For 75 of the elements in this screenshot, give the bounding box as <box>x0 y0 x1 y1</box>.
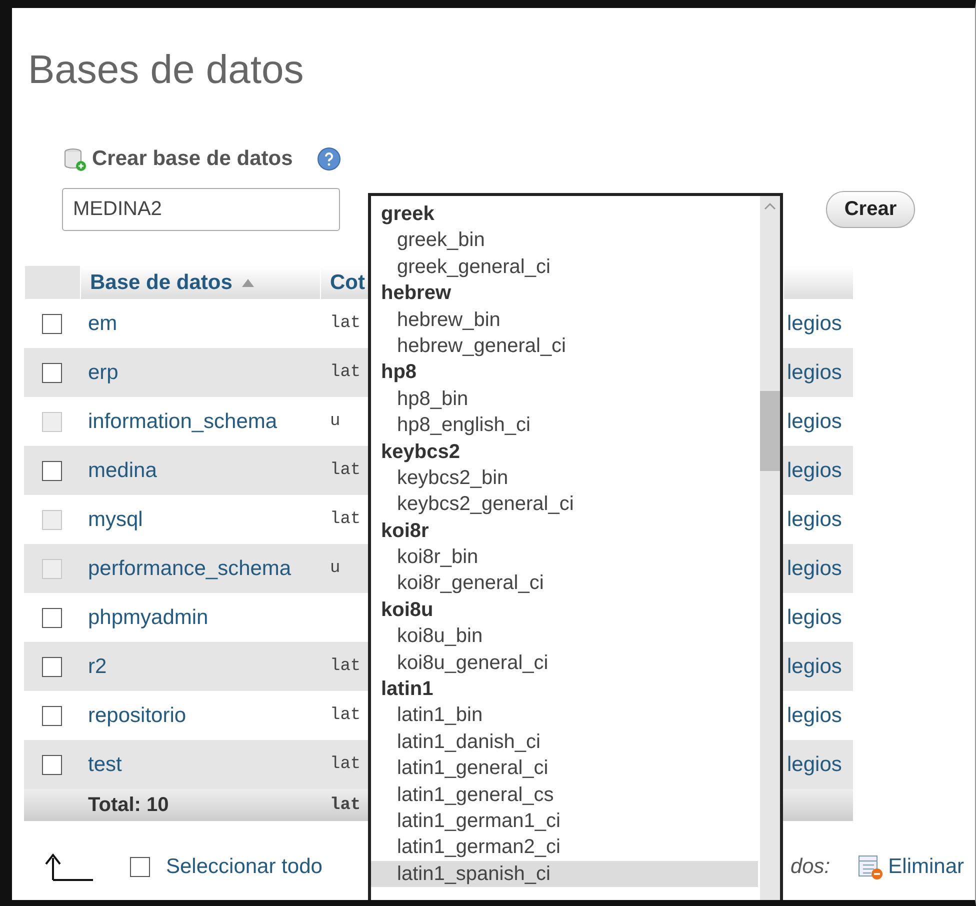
collation-option[interactable]: latin1_bin <box>371 702 758 729</box>
database-link[interactable]: repositorio <box>80 704 320 728</box>
help-icon[interactable] <box>316 147 341 171</box>
privileges-link[interactable]: legios <box>783 458 853 482</box>
page-title: Bases de datos <box>27 47 305 94</box>
collation-option[interactable]: koi8u_bin <box>371 623 758 650</box>
table-header-cell <box>783 266 853 299</box>
collation-option[interactable]: greek_bin <box>371 227 758 254</box>
collation-group-label: hp8 <box>380 360 418 386</box>
row-checkbox[interactable] <box>42 460 62 480</box>
database-link[interactable]: erp <box>80 360 320 384</box>
create-database-label: Crear base de datos <box>92 147 293 171</box>
database-link[interactable]: test <box>80 752 320 776</box>
collation-option[interactable]: keybcs2_bin <box>371 464 758 492</box>
corner-arrow-icon <box>44 852 94 882</box>
row-checkbox[interactable] <box>42 656 62 676</box>
select-all-link[interactable]: Seleccionar todo <box>166 855 322 879</box>
collation-group-label: greek <box>380 202 436 227</box>
collation-option[interactable]: latin1_spanish_ci <box>371 860 758 888</box>
collation-cell: lat <box>330 510 361 529</box>
collation-option[interactable]: latin1_general_cs <box>371 782 758 808</box>
privileges-link[interactable]: legios <box>783 654 853 678</box>
create-button[interactable]: Crear <box>826 191 915 228</box>
collation-cell: u <box>330 559 340 578</box>
collation-group-label: koi8r <box>380 518 430 544</box>
row-checkbox[interactable] <box>42 706 62 726</box>
database-link[interactable]: r2 <box>80 654 320 678</box>
database-name-field[interactable]: MEDINA2 <box>62 188 340 231</box>
collation-option[interactable]: koi8u_general_ci <box>371 650 758 676</box>
privileges-link[interactable]: legios <box>783 606 853 630</box>
privileges-link[interactable]: legios <box>783 752 853 776</box>
database-link[interactable]: medina <box>80 458 320 482</box>
collation-cell: lat <box>330 657 361 676</box>
collation-cell: lat <box>330 706 361 725</box>
total-label: Total: 10 <box>87 794 170 816</box>
collation-cell: lat <box>330 314 361 333</box>
collation-option[interactable]: hp8_english_ci <box>371 412 758 439</box>
collation-cell: lat <box>330 461 361 480</box>
collation-group-label: latin1 <box>380 677 434 702</box>
collation-cell: lat <box>330 755 361 774</box>
row-checkbox[interactable] <box>42 362 62 382</box>
database-link[interactable]: em <box>80 312 320 336</box>
collation-option[interactable]: koi8r_general_ci <box>371 570 758 597</box>
collation-option[interactable]: keybcs2_general_ci <box>371 491 758 518</box>
collation-option[interactable]: hebrew_general_ci <box>371 332 758 360</box>
row-checkbox[interactable] <box>42 314 62 334</box>
privileges-link[interactable]: legios <box>783 704 853 728</box>
collation-option[interactable]: hp8_bin <box>371 386 758 412</box>
table-delete-icon <box>858 854 884 880</box>
scrollbar[interactable] <box>760 196 780 900</box>
collation-option[interactable]: koi8r_bin <box>371 544 758 570</box>
database-link[interactable]: phpmyadmin <box>80 606 320 630</box>
with-selected-label: dos: <box>790 855 830 879</box>
collation-option[interactable]: hebrew_bin <box>371 306 758 333</box>
collation-group-label: hebrew <box>380 281 452 306</box>
total-collation-cell: lat <box>330 796 361 814</box>
collation-option[interactable]: greek_general_ci <box>371 254 758 280</box>
delete-link[interactable]: Eliminar <box>888 855 964 879</box>
scroll-thumb[interactable] <box>760 391 780 471</box>
collation-group-label: koi8u <box>380 598 434 623</box>
row-checkbox[interactable] <box>130 857 150 877</box>
collation-cell: lat <box>330 363 361 382</box>
collation-option[interactable]: latin1_danish_ci <box>371 728 758 756</box>
row-checkbox[interactable] <box>42 608 62 628</box>
collation-option[interactable]: latin1_german2_ci <box>371 834 758 861</box>
privileges-link[interactable]: legios <box>783 312 853 336</box>
sort-icon <box>242 278 254 286</box>
collation-option[interactable]: latin1_general_ci <box>371 755 758 782</box>
database-add-icon <box>62 146 88 172</box>
row-checkbox[interactable] <box>42 754 62 774</box>
privileges-link[interactable]: legios <box>783 360 853 384</box>
collation-cell: u <box>330 412 340 431</box>
collation-dropdown-list[interactable] <box>368 193 783 900</box>
collation-option[interactable]: latin1_german1_ci <box>371 808 758 834</box>
collation-group-label: keybcs2 <box>380 440 461 465</box>
